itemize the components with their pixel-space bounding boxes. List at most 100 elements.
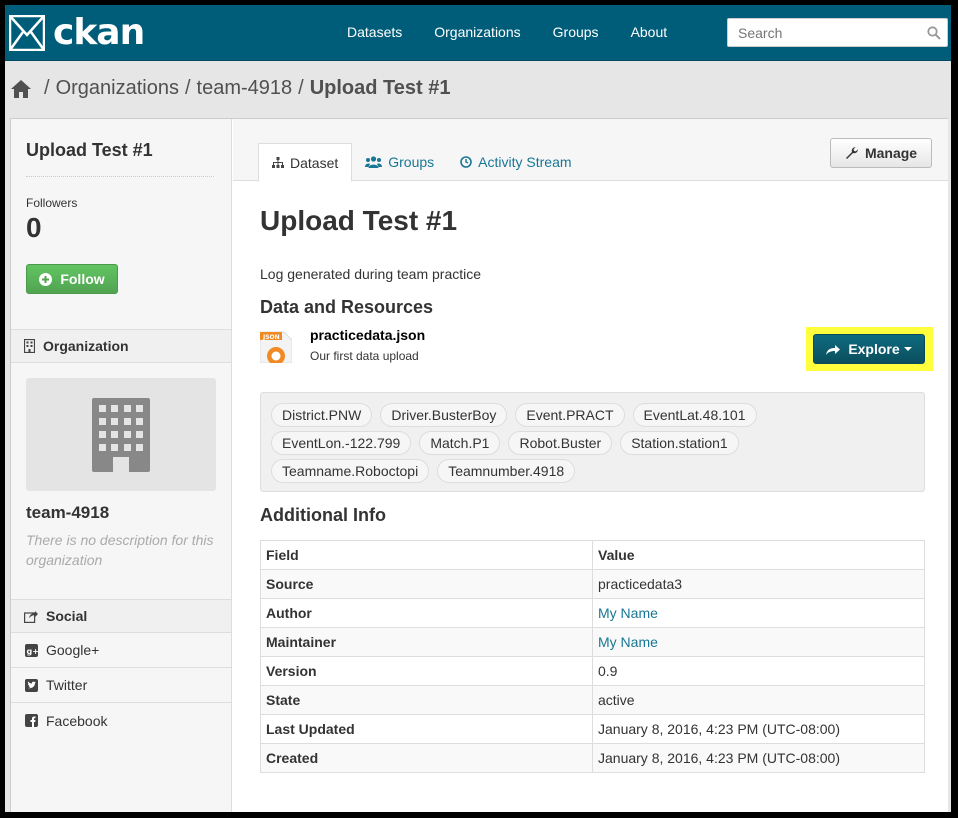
value-cell: January 8, 2016, 4:23 PM (UTC-08:00) (592, 743, 925, 773)
tab-activity-stream[interactable]: Activity Stream (447, 143, 584, 181)
wrench-icon (845, 147, 858, 159)
sitemap-icon (272, 157, 284, 168)
resource-name[interactable]: practicedata.json (310, 327, 425, 343)
search-box (727, 18, 948, 47)
resource-description: Our first data upload (310, 349, 419, 363)
sidebar-dataset-title: Upload Test #1 (26, 140, 153, 160)
organization-heading: Organization (11, 329, 231, 363)
twitter-icon (25, 678, 38, 692)
resources-heading: Data and Resources (260, 297, 434, 317)
tag[interactable]: Teamname.Roboctopi (271, 459, 430, 483)
tab-dataset[interactable]: Dataset (258, 143, 353, 182)
svg-text:g+: g+ (27, 647, 39, 656)
breadcrumb-current[interactable]: Upload Test #1 (310, 77, 451, 100)
follow-label: Follow (60, 271, 105, 287)
content-wrapper: Upload Test #1 Followers 0 Follow Organi… (10, 118, 948, 812)
tag[interactable]: Teamnumber.4918 (437, 459, 576, 483)
search-icon[interactable] (927, 26, 941, 40)
table-row: Created January 8, 2016, 4:23 PM (UTC-08… (260, 743, 925, 773)
main-content: Dataset Groups Activity Stream Manage Up… (233, 119, 948, 812)
building-icon (24, 339, 35, 353)
additional-info-table: Field Value Source practicedata3 Author … (260, 540, 925, 773)
table-row: State active (260, 685, 925, 715)
tag[interactable]: EventLat.48.101 (632, 403, 757, 427)
followers-count: 0 (26, 212, 42, 243)
tag[interactable]: Driver.BusterBoy (380, 403, 508, 427)
ckan-logo[interactable]: ckan (9, 15, 145, 51)
organization-description: There is no description for this organiz… (26, 532, 214, 568)
social-link-label: Twitter (46, 677, 88, 693)
table-row: Author My Name (260, 598, 925, 628)
breadcrumb-separator: / (298, 77, 304, 99)
manage-button[interactable]: Manage (830, 138, 932, 168)
social-link-label: Google+ (46, 642, 100, 658)
sidebar: Upload Test #1 Followers 0 Follow Organi… (11, 119, 232, 812)
value-cell: My Name (592, 598, 925, 628)
search-input[interactable] (728, 19, 918, 46)
json-format-label: JSON (262, 334, 280, 341)
tag-row: Teamname.Roboctopi Teamnumber.4918 (271, 459, 921, 483)
field-cell: Author (260, 598, 593, 628)
divider (26, 176, 214, 177)
value-cell: practicedata3 (592, 569, 925, 599)
explore-button[interactable]: Explore (813, 334, 925, 364)
tab-activity-label: Activity Stream (478, 154, 572, 170)
json-file-icon: JSON (260, 331, 292, 363)
table-header-row: Field Value (260, 540, 925, 570)
tag[interactable]: Match.P1 (419, 431, 501, 455)
building-icon (92, 397, 150, 472)
facebook-icon (25, 714, 38, 727)
manage-label: Manage (864, 145, 918, 161)
breadcrumb-separator: / (184, 77, 191, 99)
clock-icon (460, 156, 472, 168)
share-icon (24, 610, 38, 623)
breadcrumb-organizations[interactable]: Organizations (56, 77, 179, 100)
follow-button[interactable]: Follow (26, 264, 118, 294)
author-link[interactable]: My Name (598, 605, 658, 621)
users-icon (365, 156, 383, 168)
field-cell: Maintainer (260, 627, 593, 657)
social-heading-label: Social (46, 608, 88, 624)
nav-groups[interactable]: Groups (553, 24, 599, 40)
home-icon[interactable] (10, 79, 32, 99)
nav-datasets[interactable]: Datasets (347, 24, 402, 40)
field-cell: Created (260, 743, 593, 773)
organization-image[interactable] (26, 378, 216, 491)
tab-groups-label: Groups (388, 154, 435, 170)
breadcrumb: / Organizations / team-4918 / Upload Tes… (10, 77, 451, 100)
tags-list: District.PNW Driver.BusterBoy Event.PRAC… (260, 392, 925, 492)
followers-label: Followers (26, 196, 78, 210)
breadcrumb-org[interactable]: team-4918 (197, 77, 293, 100)
tab-groups[interactable]: Groups (352, 143, 447, 181)
field-cell: Last Updated (260, 714, 593, 744)
table-row: Last Updated January 8, 2016, 4:23 PM (U… (260, 714, 925, 744)
content-tabs: Dataset Groups Activity Stream (258, 143, 585, 182)
tag[interactable]: EventLon.-122.799 (271, 431, 412, 455)
table-row: Source practicedata3 (260, 569, 925, 599)
maintainer-link[interactable]: My Name (598, 634, 658, 650)
explore-label: Explore (848, 341, 900, 357)
social-link-twitter[interactable]: Twitter (11, 668, 231, 703)
field-cell: State (260, 685, 593, 715)
additional-info-heading: Additional Info (260, 505, 386, 525)
table-row: Maintainer My Name (260, 627, 925, 657)
tag[interactable]: Event.PRACT (515, 403, 625, 427)
social-link-facebook[interactable]: Facebook (11, 703, 231, 738)
dataset-notes: Log generated during team practice (260, 266, 482, 282)
nav-about[interactable]: About (631, 24, 668, 40)
tag-row: EventLon.-122.799 Match.P1 Robot.Buster … (271, 431, 921, 455)
tag[interactable]: Station.station1 (620, 431, 739, 455)
value-cell: January 8, 2016, 4:23 PM (UTC-08:00) (592, 714, 925, 744)
nav-organizations[interactable]: Organizations (434, 24, 520, 40)
social-link-googleplus[interactable]: g+ Google+ (11, 633, 231, 668)
organization-heading-label: Organization (43, 338, 129, 354)
google-plus-icon: g+ (25, 643, 39, 657)
page-header: Dataset Groups Activity Stream Manage (233, 119, 948, 182)
column-header-field: Field (260, 540, 593, 570)
tag[interactable]: Robot.Buster (508, 431, 613, 455)
share-arrow-icon (826, 344, 841, 355)
value-cell: 0.9 (592, 656, 925, 686)
organization-name[interactable]: team-4918 (26, 503, 109, 523)
breadcrumb-separator: / (44, 77, 50, 99)
tag[interactable]: District.PNW (271, 403, 373, 427)
